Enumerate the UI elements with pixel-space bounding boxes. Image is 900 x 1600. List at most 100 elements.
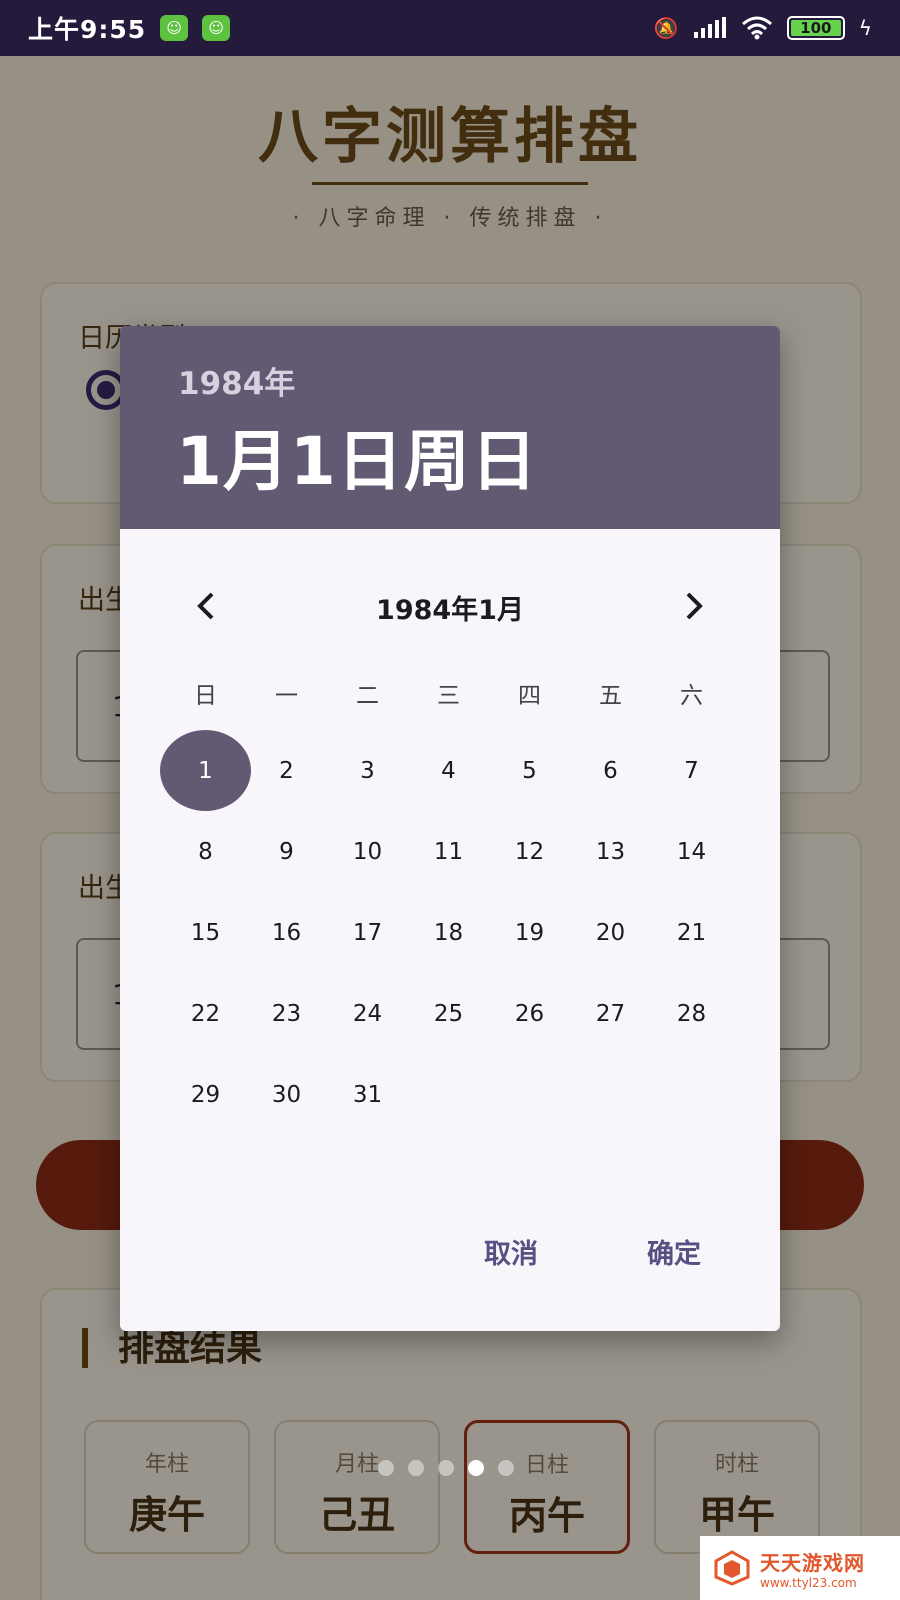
day-number: 8 — [198, 838, 213, 865]
day-cell-17[interactable]: 17 — [327, 892, 408, 973]
day-number: 23 — [271, 1000, 302, 1027]
wifi-icon — [741, 16, 772, 40]
day-cell-28[interactable]: 28 — [651, 973, 732, 1054]
day-number: 2 — [279, 757, 294, 784]
day-cell-10[interactable]: 10 — [327, 811, 408, 892]
day-number: 9 — [279, 838, 294, 865]
day-cell-24[interactable]: 24 — [327, 973, 408, 1054]
day-cell-19[interactable]: 19 — [489, 892, 570, 973]
day-cell-12[interactable]: 12 — [489, 811, 570, 892]
app-badge-icon: ☺ — [202, 15, 231, 41]
day-number: 25 — [433, 1000, 464, 1027]
dialog-actions: 取消 确定 — [120, 1206, 780, 1296]
day-cell-9[interactable]: 9 — [246, 811, 327, 892]
day-cell-27[interactable]: 27 — [570, 973, 651, 1054]
day-cell-7[interactable]: 7 — [651, 730, 732, 811]
status-bar: 上午9:55 ☺ ☺ 🔕 100 ϟ — [0, 0, 900, 56]
day-number: 13 — [595, 838, 626, 865]
day-number: 26 — [514, 1000, 545, 1027]
watermark: 天天游戏网 www.ttyl23.com — [700, 1536, 900, 1600]
day-number: 24 — [352, 1000, 383, 1027]
day-cell-23[interactable]: 23 — [246, 973, 327, 1054]
day-number: 15 — [190, 919, 221, 946]
battery-icon: 100 — [786, 16, 845, 40]
day-number: 31 — [352, 1081, 383, 1108]
page-dot[interactable] — [378, 1460, 394, 1476]
page-dot[interactable] — [408, 1460, 424, 1476]
weekday-row: 日一二三四五六 — [165, 676, 735, 716]
day-number: 5 — [522, 757, 537, 784]
watermark-logo-icon — [714, 1550, 750, 1586]
day-cell-8[interactable]: 8 — [165, 811, 246, 892]
weekday-label: 六 — [680, 683, 703, 709]
day-cell-15[interactable]: 15 — [165, 892, 246, 973]
cancel-button[interactable]: 取消 — [472, 1224, 550, 1279]
battery-level: 100 — [800, 19, 832, 37]
day-cell-29[interactable]: 29 — [165, 1054, 246, 1135]
app-badge-icon: ☺ — [160, 15, 189, 41]
day-cell-30[interactable]: 30 — [246, 1054, 327, 1135]
weekday-label: 日 — [194, 683, 217, 709]
weekday-label: 三 — [437, 683, 460, 709]
day-grid: 1 2 3 4 5 6 7 8 9 10 11 12 13 14 15 16 17 18 19 20 21 22 23 24 2… — [160, 730, 735, 1150]
weekday-label: 五 — [599, 683, 622, 709]
day-number: 27 — [595, 1000, 626, 1027]
watermark-name: 天天游戏网 — [760, 1550, 865, 1575]
day-cell-26[interactable]: 26 — [489, 973, 570, 1054]
day-cell-1[interactable]: 1 — [160, 730, 251, 811]
month-nav: 1984年1月 — [120, 576, 780, 636]
day-cell-21[interactable]: 21 — [651, 892, 732, 973]
page-dot[interactable] — [438, 1460, 454, 1476]
weekday-label: 一 — [275, 683, 298, 709]
watermark-url: www.ttyl23.com — [760, 1575, 857, 1590]
chevron-right-icon[interactable] — [668, 580, 720, 632]
day-number: 17 — [352, 919, 383, 946]
day-number: 10 — [352, 838, 383, 865]
day-cell-11[interactable]: 11 — [408, 811, 489, 892]
day-number: 1 — [198, 757, 213, 784]
day-number: 7 — [684, 757, 699, 784]
day-number: 18 — [433, 919, 464, 946]
day-cell-4[interactable]: 4 — [408, 730, 489, 811]
status-time: 上午9:55 — [28, 15, 147, 44]
day-cell-14[interactable]: 14 — [651, 811, 732, 892]
header-date: 1月1日周日 — [176, 423, 538, 500]
day-cell-3[interactable]: 3 — [327, 730, 408, 811]
weekday-label: 四 — [518, 683, 541, 709]
weekday-label: 二 — [356, 683, 379, 709]
date-picker-dialog: 1984年 1月1日周日 1984年1月 日一二三四五六 1 2 3 4 5 6 7 8 9 10… — [120, 326, 780, 1331]
day-number: 22 — [190, 1000, 221, 1027]
day-cell-22[interactable]: 22 — [165, 973, 246, 1054]
day-number: 30 — [271, 1081, 302, 1108]
day-number: 16 — [271, 919, 302, 946]
charging-icon: ϟ — [858, 16, 872, 40]
status-icons: 🔕 100 ϟ — [654, 16, 872, 40]
day-cell-13[interactable]: 13 — [570, 811, 651, 892]
mute-icon: 🔕 — [653, 16, 679, 40]
day-cell-18[interactable]: 18 — [408, 892, 489, 973]
day-number: 4 — [441, 757, 456, 784]
day-cell-2[interactable]: 2 — [246, 730, 327, 811]
day-number: 20 — [595, 919, 626, 946]
day-cell-16[interactable]: 16 — [246, 892, 327, 973]
day-number: 21 — [676, 919, 707, 946]
day-cell-31[interactable]: 31 — [327, 1054, 408, 1135]
day-number: 29 — [190, 1081, 221, 1108]
signal-icon — [693, 17, 726, 38]
day-number: 11 — [433, 838, 464, 865]
ok-button[interactable]: 确定 — [635, 1224, 713, 1279]
day-cell-5[interactable]: 5 — [489, 730, 570, 811]
day-number: 28 — [676, 1000, 707, 1027]
page-dot[interactable] — [468, 1460, 484, 1476]
day-number: 19 — [514, 919, 545, 946]
day-cell-20[interactable]: 20 — [570, 892, 651, 973]
date-picker-header: 1984年 1月1日周日 — [120, 326, 780, 529]
header-year[interactable]: 1984年 — [178, 358, 295, 403]
day-cell-6[interactable]: 6 — [570, 730, 651, 811]
day-number: 3 — [360, 757, 375, 784]
page-dot[interactable] — [498, 1460, 514, 1476]
day-number: 6 — [603, 757, 618, 784]
day-number: 12 — [514, 838, 545, 865]
day-number: 14 — [676, 838, 707, 865]
day-cell-25[interactable]: 25 — [408, 973, 489, 1054]
